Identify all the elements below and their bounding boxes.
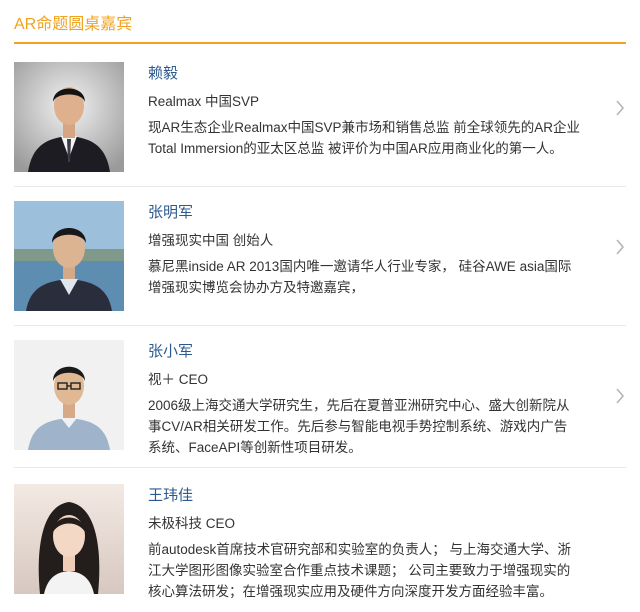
- guest-card-3[interactable]: 张小军 视＋ CEO 2006级上海交通大学研究生，先后在夏普亚洲研究中心、盛大…: [14, 326, 626, 468]
- guest-role: 视＋ CEO: [148, 372, 209, 387]
- guest-role: 未极科技 CEO: [148, 516, 236, 531]
- guest-name: 赖毅: [148, 65, 179, 82]
- guest-description-line: Total Immersion的亚太区总监 被评价为中国AR应用商业化的第一人。: [148, 141, 563, 156]
- guest-description: 慕尼黑inside AR 2013国内唯一邀请华人行业专家， 硅谷AWE asi…: [148, 256, 596, 298]
- guest-name: 张小军: [148, 343, 194, 360]
- guest-description-line: 2006级上海交通大学研究生，先后在夏普亚洲研究中心、盛大创新院从: [148, 398, 570, 413]
- guest-description: 2006级上海交通大学研究生，先后在夏普亚洲研究中心、盛大创新院从 事CV/AR…: [148, 395, 596, 458]
- guest-description: 现AR生态企业Realmax中国SVP兼市场和销售总监 前全球领先的AR企业 T…: [148, 117, 596, 159]
- guest-photo-1: [14, 62, 124, 172]
- guest-role: 增强现实中国 创始人: [148, 233, 274, 248]
- guest-info-2: 张明军 增强现实中国 创始人 慕尼黑inside AR 2013国内唯一邀请华人…: [148, 203, 596, 298]
- guest-name: 王玮佳: [148, 487, 194, 504]
- guest-role: Realmax 中国SVP: [148, 94, 260, 109]
- guest-photo-4: [14, 484, 124, 594]
- section-header: AR命题圆桌嘉宾: [14, 0, 626, 44]
- guest-description: 前autodesk首席技术官研究部和实验室的负责人； 与上海交通大学、浙 江大学…: [148, 539, 596, 602]
- chevron-right-icon[interactable]: [614, 238, 626, 256]
- guest-description-line: 慕尼黑inside AR 2013国内唯一邀请华人行业专家， 硅谷AWE asi…: [148, 259, 572, 274]
- chevron-right-icon[interactable]: [614, 387, 626, 405]
- guest-description-line: 系统、FaceAPI等创新性项目研发。: [148, 440, 362, 455]
- guest-card-2[interactable]: 张明军 增强现实中国 创始人 慕尼黑inside AR 2013国内唯一邀请华人…: [14, 187, 626, 326]
- section-title: AR命题圆桌嘉宾: [14, 16, 133, 33]
- guest-photo-2: [14, 201, 124, 311]
- guest-card-4[interactable]: 王玮佳 未极科技 CEO 前autodesk首席技术官研究部和实验室的负责人； …: [14, 468, 626, 612]
- guest-photo-3: [14, 340, 124, 450]
- guest-name: 张明军: [148, 204, 194, 221]
- guest-info-1: 赖毅 Realmax 中国SVP 现AR生态企业Realmax中国SVP兼市场和…: [148, 64, 596, 159]
- chevron-right-icon[interactable]: [614, 99, 626, 117]
- guest-info-3: 张小军 视＋ CEO 2006级上海交通大学研究生，先后在夏普亚洲研究中心、盛大…: [148, 342, 596, 458]
- guest-description-line: 事CV/AR相关研发工作。先后参与智能电视手势控制系统、游戏内广告: [148, 419, 568, 434]
- guest-description-line: 增强现实博览会协办方及特邀嘉宾，: [148, 280, 364, 295]
- guest-description-line: 现AR生态企业Realmax中国SVP兼市场和销售总监 前全球领先的AR企业: [148, 120, 581, 135]
- guest-description-line: 江大学图形图像实验室合作重点技术课题； 公司主要致力于增强现实的: [148, 563, 571, 578]
- guest-description-line: 前autodesk首席技术官研究部和实验室的负责人； 与上海交通大学、浙: [148, 542, 572, 557]
- guest-description-line: 核心算法研发；在增强现实应用及硬件方向深度开发方面经验丰富。: [148, 584, 553, 599]
- guest-card-1[interactable]: 赖毅 Realmax 中国SVP 现AR生态企业Realmax中国SVP兼市场和…: [14, 46, 626, 187]
- guest-info-4: 王玮佳 未极科技 CEO 前autodesk首席技术官研究部和实验室的负责人； …: [148, 486, 596, 602]
